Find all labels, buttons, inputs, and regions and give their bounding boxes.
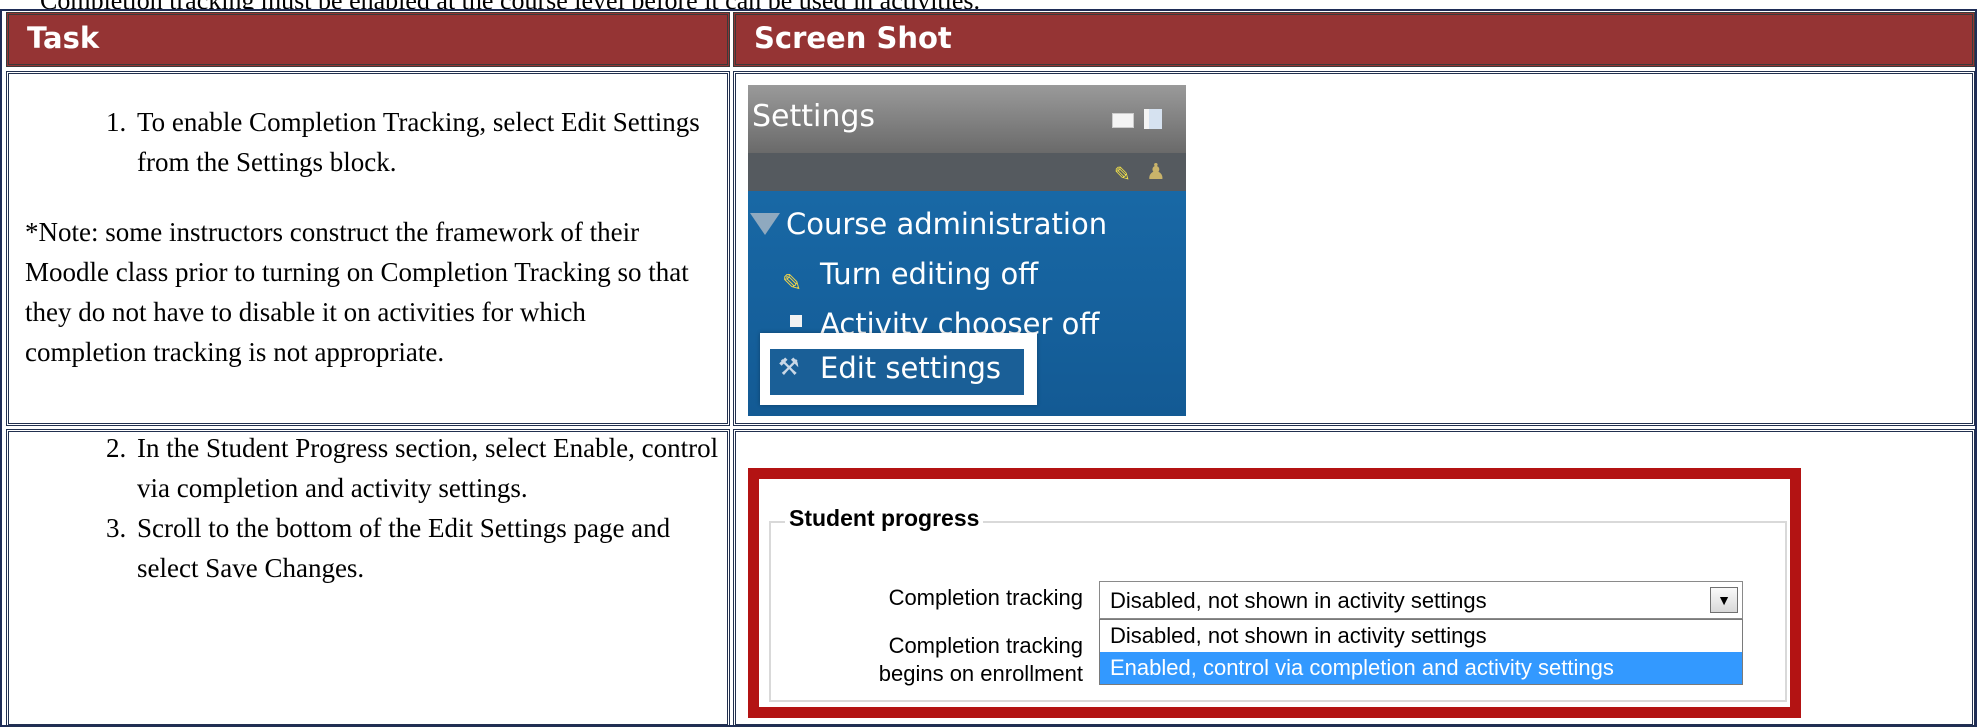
- header-screenshot: Screen Shot: [733, 12, 1975, 67]
- course-administration[interactable]: Course administration: [786, 207, 1107, 241]
- note-text: *Note: some instructors construct the fr…: [25, 217, 689, 367]
- completion-tracking-label: Completion tracking: [888, 585, 1083, 610]
- assign-roles-icon[interactable]: ♟: [1146, 160, 1166, 185]
- student-progress-screenshot: Student progress Completion tracking Com…: [748, 468, 1801, 718]
- completion-tracking-dropdown: Disabled, not shown in activity settings…: [1099, 619, 1743, 685]
- step-list-2: In the Student Progress section, select …: [9, 428, 727, 588]
- settings-block: Settings ✎ ♟ Course administration ✎ Tur…: [748, 85, 1186, 416]
- settings-header: Settings: [748, 85, 1186, 153]
- tools-icon: ⚒: [778, 353, 800, 381]
- dock-icon[interactable]: [1144, 109, 1162, 129]
- collapse-triangle-icon[interactable]: [750, 213, 780, 235]
- step-1: To enable Completion Tracking, select Ed…: [133, 102, 727, 182]
- step-2: In the Student Progress section, select …: [133, 428, 727, 508]
- completion-tracking-begins-label-2: begins on enrollment: [878, 661, 1083, 686]
- step-list-1: To enable Completion Tracking, select Ed…: [9, 102, 727, 182]
- chevron-down-icon[interactable]: ▼: [1710, 587, 1738, 613]
- step-3: Scroll to the bottom of the Edit Setting…: [133, 508, 727, 588]
- edit-icon[interactable]: ✎: [1114, 162, 1131, 186]
- option-enabled[interactable]: Enabled, control via completion and acti…: [1100, 652, 1742, 684]
- edit-settings-link[interactable]: Edit settings: [820, 351, 1001, 385]
- settings-title: Settings: [752, 99, 876, 134]
- task-cell-1: To enable Completion Tracking, select Ed…: [6, 71, 730, 426]
- option-disabled[interactable]: Disabled, not shown in activity settings: [1100, 620, 1742, 652]
- completion-tracking-select[interactable]: Disabled, not shown in activity settings…: [1099, 581, 1743, 619]
- square-icon: [790, 315, 802, 327]
- turn-editing-off-link[interactable]: Turn editing off: [820, 257, 1038, 291]
- header-task: Task: [6, 12, 730, 67]
- task-cell-2: In the Student Progress section, select …: [6, 429, 730, 727]
- settings-toolbar: ✎ ♟: [748, 153, 1186, 191]
- student-progress-legend: Student progress: [785, 505, 984, 532]
- select-value: Disabled, not shown in activity settings: [1110, 588, 1487, 613]
- completion-tracking-begins-label-1: Completion tracking: [888, 633, 1083, 658]
- minimize-icon[interactable]: [1112, 113, 1134, 128]
- edit-icon: ✎: [782, 269, 803, 297]
